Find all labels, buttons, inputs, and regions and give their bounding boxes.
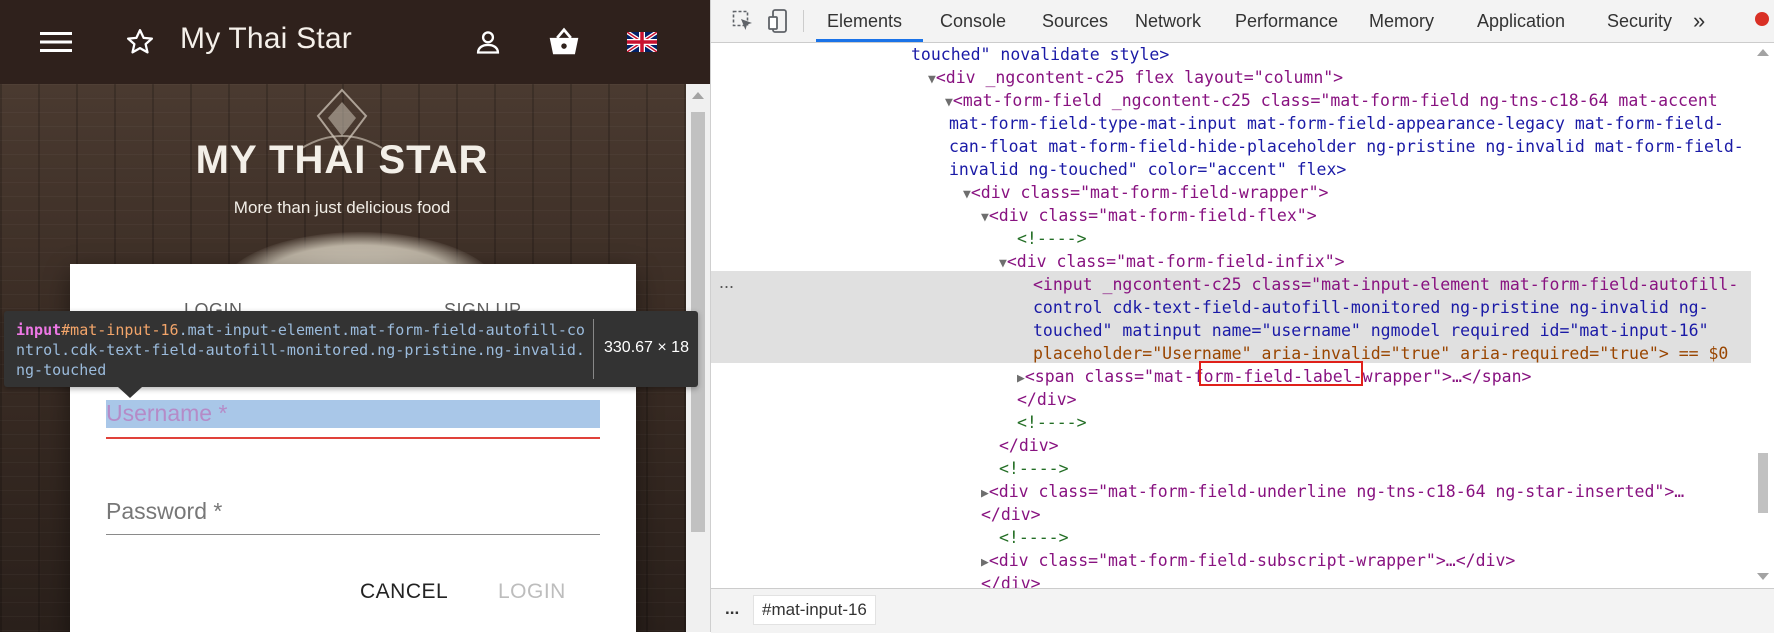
error-count-icon[interactable] [1755,12,1769,26]
tree-line[interactable]: <!----> [999,526,1069,549]
more-tabs-button[interactable]: » [1693,8,1705,34]
scroll-up-arrow-icon[interactable] [1757,49,1769,56]
tooltip-dimensions: 330.67 × 18 [604,339,689,356]
tree-line-selected[interactable]: touched" matinput name="username" ngmode… [1033,319,1709,342]
active-tab-indicator [816,39,923,42]
username-input[interactable]: Username * [106,400,227,427]
name-attribute-annotation-box [1199,361,1363,386]
device-toolbar-icon[interactable] [767,9,791,33]
login-button[interactable]: LOGIN [498,580,566,604]
tooltip-selector: input#mat-input-16.mat-input-element.mat… [16,320,586,380]
tree-line[interactable]: <!----> [1017,227,1087,250]
tree-line[interactable]: ▶<div class="mat-form-field-subscript-wr… [981,549,1515,572]
tree-line[interactable]: ▶<div class="mat-form-field-underline ng… [981,480,1684,503]
tooltip-tag: input [16,321,62,339]
app-toolbar: My Thai Star [0,0,710,84]
password-underline [106,534,600,535]
breadcrumb-ellipsis[interactable]: ... [725,599,739,619]
tree-line[interactable]: <!----> [999,457,1069,480]
tree-line[interactable]: ▼<div _ngcontent-c25 flex layout="column… [928,66,1343,89]
toolbar-separator [803,10,804,32]
tab-elements[interactable]: Elements [827,11,902,32]
tree-line[interactable]: </div> [1017,388,1077,411]
tooltip-id: #mat-input-16 [61,321,179,339]
tree-line[interactable]: </div> [981,572,1041,588]
tree-line[interactable]: ▼<div class="mat-form-field-infix"> [999,250,1345,273]
password-input[interactable]: Password * [106,498,222,525]
username-underline [106,437,600,439]
tree-line-selected[interactable]: control cdk-text-field-autofill-monitore… [1033,296,1709,319]
elements-tree: ... touched" novalidate style> ▼<div _ng… [711,43,1751,588]
tree-line[interactable]: ▼<div class="mat-form-field-flex"> [981,204,1317,227]
tree-line[interactable]: mat-form-field-type-mat-input mat-form-f… [949,112,1724,135]
breadcrumb-bar: ... #mat-input-16 [711,588,1774,633]
tab-console[interactable]: Console [940,11,1006,32]
breadcrumb-item[interactable]: #mat-input-16 [753,595,876,625]
inspect-element-icon[interactable] [731,9,755,33]
brand-subtitle: More than just delicious food [233,198,451,217]
tree-line[interactable]: </div> [981,503,1041,526]
star-icon[interactable] [122,24,158,60]
tab-memory[interactable]: Memory [1369,11,1434,32]
scroll-down-arrow-icon[interactable] [1757,573,1769,580]
scroll-up-arrow-icon[interactable] [692,92,704,99]
node-actions-ellipsis[interactable]: ... [719,271,734,294]
devtools-panel: Elements Console Sources Network Perform… [710,0,1774,633]
brand-title: MY THAI STAR [195,138,489,182]
app-title: My Thai Star [180,22,352,55]
tooltip-divider [593,319,594,379]
tree-line-selected[interactable]: <input _ngcontent-c25 class="mat-input-e… [1033,273,1738,296]
tree-line[interactable]: ▼<mat-form-field _ngcontent-c25 class="m… [945,89,1718,112]
tree-line[interactable]: ▼<div class="mat-form-field-wrapper"> [963,181,1328,204]
element-inspect-tooltip: input#mat-input-16.mat-input-element.mat… [4,311,698,398]
tree-line-selected[interactable]: placeholder="Username" aria-invalid="tru… [1033,342,1728,365]
tree-line[interactable]: can-float mat-form-field-hide-placeholde… [949,135,1744,158]
basket-icon[interactable] [546,24,582,60]
tab-application[interactable]: Application [1477,11,1565,32]
tree-line[interactable]: </div> [999,434,1059,457]
elements-scrollbar[interactable] [1751,43,1774,588]
account-icon[interactable] [470,24,506,60]
tab-network[interactable]: Network [1135,11,1201,32]
tooltip-caret [118,387,142,398]
tab-performance[interactable]: Performance [1235,11,1338,32]
elements-scrollbar-thumb[interactable] [1758,453,1768,513]
tree-line[interactable]: <!----> [1017,411,1087,434]
tab-security[interactable]: Security [1607,11,1672,32]
devtools-toolbar: Elements Console Sources Network Perform… [711,0,1774,43]
uk-flag-icon[interactable] [624,24,660,60]
app-viewport: My Thai Star MY THAI STAR More than just… [0,0,710,632]
menu-icon[interactable] [38,24,74,60]
cancel-button[interactable]: CANCEL [360,580,448,604]
tree-line[interactable]: touched" novalidate style> [911,43,1169,66]
tab-sources[interactable]: Sources [1042,11,1108,32]
tree-line[interactable]: invalid ng-touched" color="accent" flex> [949,158,1346,181]
